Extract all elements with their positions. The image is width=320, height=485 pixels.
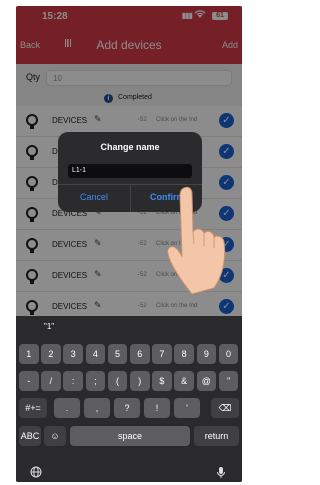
symbols-key[interactable]: #+= [19, 398, 47, 418]
key[interactable]: - [19, 371, 39, 391]
key[interactable]: 7 [152, 344, 172, 364]
space-key[interactable]: space [70, 426, 190, 446]
key[interactable]: @ [196, 371, 217, 391]
key[interactable]: " [218, 371, 239, 391]
dialog-divider [130, 184, 131, 212]
globe-icon[interactable] [30, 466, 42, 481]
key[interactable]: ) [130, 371, 150, 391]
suggestion-item[interactable]: "1" [44, 322, 54, 331]
emoji-key[interactable]: ☺ [44, 426, 66, 446]
key[interactable]: 6 [130, 344, 150, 364]
phone-screen: 15:28 ▮▮▮ 61 Back Add devices Add Qty 10… [16, 6, 242, 482]
key[interactable]: / [41, 371, 61, 391]
keyboard: "1" 1 2 3 4 5 6 7 8 9 0 - /:;() $ & @ " #+=.,?! ' ⌫ ABC ☺ spa… [16, 316, 242, 482]
cancel-button[interactable]: Cancel [80, 192, 108, 202]
key[interactable]: ? [114, 398, 140, 418]
key[interactable]: ! [144, 398, 170, 418]
backspace-key[interactable]: ⌫ [211, 398, 239, 418]
key[interactable]: 1 [19, 344, 39, 364]
key[interactable]: 2 [41, 344, 61, 364]
pointing-hand-image [167, 186, 226, 295]
key[interactable]: 8 [174, 344, 194, 364]
key[interactable]: , [84, 398, 110, 418]
name-input[interactable]: L1-1 [68, 164, 192, 178]
key[interactable]: 5 [107, 344, 128, 364]
key[interactable]: 4 [85, 344, 106, 364]
key[interactable]: 0 [218, 344, 239, 364]
key[interactable]: 3 [63, 344, 83, 364]
abc-key[interactable]: ABC [19, 426, 41, 446]
suggestion-bar: "1" [16, 316, 242, 338]
key[interactable]: & [174, 371, 194, 391]
key[interactable]: 9 [196, 344, 217, 364]
return-key[interactable]: return [194, 426, 239, 446]
key[interactable]: . [54, 398, 80, 418]
key[interactable]: $ [152, 371, 172, 391]
microphone-icon[interactable] [216, 466, 226, 482]
key[interactable]: : [63, 371, 83, 391]
key[interactable]: ( [107, 371, 128, 391]
key[interactable]: ; [85, 371, 106, 391]
key[interactable]: ' [174, 398, 200, 418]
dialog-title: Change name [100, 142, 160, 152]
